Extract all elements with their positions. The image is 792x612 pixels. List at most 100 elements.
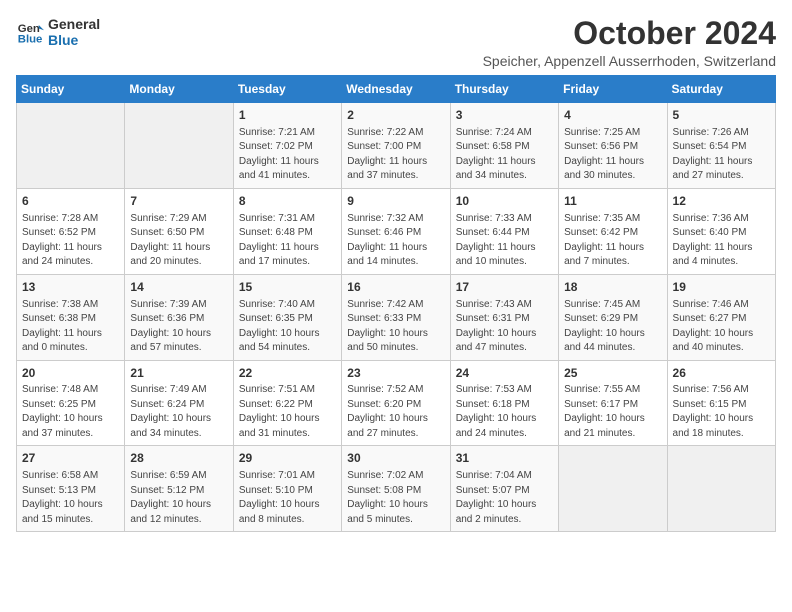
day-info: Sunrise: 7:28 AM Sunset: 6:52 PM Dayligh… [22,212,119,270]
calendar-cell [17,103,125,189]
calendar-cell: 30 Sunrise: 7:02 AM Sunset: 5:08 PM Dayli… [342,446,450,532]
day-number: 9 [347,193,444,210]
calendar-cell: 14 Sunrise: 7:39 AM Sunset: 6:36 PM Dayli… [125,274,233,360]
calendar-cell: 7 Sunrise: 7:29 AM Sunset: 6:50 PM Daylig… [125,188,233,274]
day-number: 21 [130,365,227,382]
day-info: Sunrise: 7:25 AM Sunset: 6:56 PM Dayligh… [564,126,661,184]
day-info: Sunrise: 7:49 AM Sunset: 6:24 PM Dayligh… [130,383,227,441]
day-info: Sunrise: 7:40 AM Sunset: 6:35 PM Dayligh… [239,298,336,356]
day-number: 2 [347,107,444,124]
day-number: 5 [673,107,770,124]
day-info: Sunrise: 7:53 AM Sunset: 6:18 PM Dayligh… [456,383,553,441]
day-of-week-header: Thursday [450,76,558,103]
day-info: Sunrise: 7:38 AM Sunset: 6:38 PM Dayligh… [22,298,119,356]
calendar-cell: 19 Sunrise: 7:46 AM Sunset: 6:27 PM Dayli… [667,274,775,360]
day-info: Sunrise: 7:31 AM Sunset: 6:48 PM Dayligh… [239,212,336,270]
day-number: 15 [239,279,336,296]
day-number: 6 [22,193,119,210]
title-block: October 2024 Speicher, Appenzell Ausserr… [483,16,776,69]
day-number: 3 [456,107,553,124]
day-info: Sunrise: 7:42 AM Sunset: 6:33 PM Dayligh… [347,298,444,356]
calendar-cell: 4 Sunrise: 7:25 AM Sunset: 6:56 PM Daylig… [559,103,667,189]
day-number: 11 [564,193,661,210]
svg-text:Blue: Blue [18,34,43,46]
calendar-cell: 8 Sunrise: 7:31 AM Sunset: 6:48 PM Daylig… [233,188,341,274]
calendar-cell: 11 Sunrise: 7:35 AM Sunset: 6:42 PM Dayli… [559,188,667,274]
day-info: Sunrise: 7:36 AM Sunset: 6:40 PM Dayligh… [673,212,770,270]
day-info: Sunrise: 6:59 AM Sunset: 5:12 PM Dayligh… [130,469,227,527]
calendar-cell: 20Sunrise: 7:48 AM Sunset: 6:25 PM Dayli… [17,360,125,446]
calendar-cell: 26Sunrise: 7:56 AM Sunset: 6:15 PM Dayli… [667,360,775,446]
calendar-cell: 28 Sunrise: 6:59 AM Sunset: 5:12 PM Dayli… [125,446,233,532]
calendar-cell: 6 Sunrise: 7:28 AM Sunset: 6:52 PM Daylig… [17,188,125,274]
calendar-cell: 22Sunrise: 7:51 AM Sunset: 6:22 PM Dayli… [233,360,341,446]
calendar-cell: 17Sunrise: 7:43 AM Sunset: 6:31 PM Dayli… [450,274,558,360]
day-number: 4 [564,107,661,124]
calendar-cell: 2 Sunrise: 7:22 AM Sunset: 7:00 PM Daylig… [342,103,450,189]
day-number: 28 [130,450,227,467]
logo-icon: Gen Blue [16,18,44,46]
calendar-cell: 15 Sunrise: 7:40 AM Sunset: 6:35 PM Dayli… [233,274,341,360]
calendar-table: SundayMondayTuesdayWednesdayThursdayFrid… [16,75,776,532]
day-info: Sunrise: 7:52 AM Sunset: 6:20 PM Dayligh… [347,383,444,441]
day-info: Sunrise: 6:58 AM Sunset: 5:13 PM Dayligh… [22,469,119,527]
day-info: Sunrise: 7:51 AM Sunset: 6:22 PM Dayligh… [239,383,336,441]
day-info: Sunrise: 7:35 AM Sunset: 6:42 PM Dayligh… [564,212,661,270]
day-number: 14 [130,279,227,296]
logo-text-blue: Blue [48,32,100,48]
day-info: Sunrise: 7:45 AM Sunset: 6:29 PM Dayligh… [564,298,661,356]
day-info: Sunrise: 7:55 AM Sunset: 6:17 PM Dayligh… [564,383,661,441]
day-info: Sunrise: 7:56 AM Sunset: 6:15 PM Dayligh… [673,383,770,441]
day-number: 18 [564,279,661,296]
day-number: 20 [22,365,119,382]
day-of-week-header: Friday [559,76,667,103]
day-info: Sunrise: 7:24 AM Sunset: 6:58 PM Dayligh… [456,126,553,184]
calendar-cell: 1 Sunrise: 7:21 AM Sunset: 7:02 PM Daylig… [233,103,341,189]
day-info: Sunrise: 7:39 AM Sunset: 6:36 PM Dayligh… [130,298,227,356]
calendar-cell: 24Sunrise: 7:53 AM Sunset: 6:18 PM Dayli… [450,360,558,446]
calendar-cell [125,103,233,189]
day-of-week-header: Saturday [667,76,775,103]
day-info: Sunrise: 7:46 AM Sunset: 6:27 PM Dayligh… [673,298,770,356]
day-of-week-header: Monday [125,76,233,103]
subtitle: Speicher, Appenzell Ausserrhoden, Switze… [483,53,776,69]
calendar-header: SundayMondayTuesdayWednesdayThursdayFrid… [17,76,776,103]
day-of-week-header: Tuesday [233,76,341,103]
day-number: 17 [456,279,553,296]
day-number: 12 [673,193,770,210]
page-header: Gen Blue General Blue October 2024 Speic… [16,16,776,69]
calendar-cell: 27Sunrise: 6:58 AM Sunset: 5:13 PM Dayli… [17,446,125,532]
day-info: Sunrise: 7:29 AM Sunset: 6:50 PM Dayligh… [130,212,227,270]
day-info: Sunrise: 7:26 AM Sunset: 6:54 PM Dayligh… [673,126,770,184]
day-number: 31 [456,450,553,467]
day-info: Sunrise: 7:04 AM Sunset: 5:07 PM Dayligh… [456,469,553,527]
calendar-cell: 23Sunrise: 7:52 AM Sunset: 6:20 PM Dayli… [342,360,450,446]
calendar-cell: 29Sunrise: 7:01 AM Sunset: 5:10 PM Dayli… [233,446,341,532]
day-number: 22 [239,365,336,382]
day-number: 8 [239,193,336,210]
day-number: 24 [456,365,553,382]
day-info: Sunrise: 7:21 AM Sunset: 7:02 PM Dayligh… [239,126,336,184]
logo: Gen Blue General Blue [16,16,100,48]
day-info: Sunrise: 7:22 AM Sunset: 7:00 PM Dayligh… [347,126,444,184]
day-number: 29 [239,450,336,467]
day-number: 25 [564,365,661,382]
day-of-week-header: Sunday [17,76,125,103]
calendar-cell: 21Sunrise: 7:49 AM Sunset: 6:24 PM Dayli… [125,360,233,446]
calendar-cell: 13Sunrise: 7:38 AM Sunset: 6:38 PM Dayli… [17,274,125,360]
day-number: 1 [239,107,336,124]
calendar-cell [559,446,667,532]
day-info: Sunrise: 7:02 AM Sunset: 5:08 PM Dayligh… [347,469,444,527]
day-number: 16 [347,279,444,296]
day-number: 26 [673,365,770,382]
calendar-cell: 31 Sunrise: 7:04 AM Sunset: 5:07 PM Dayli… [450,446,558,532]
calendar-cell: 12 Sunrise: 7:36 AM Sunset: 6:40 PM Dayli… [667,188,775,274]
day-number: 23 [347,365,444,382]
day-number: 10 [456,193,553,210]
calendar-cell [667,446,775,532]
day-number: 19 [673,279,770,296]
day-info: Sunrise: 7:48 AM Sunset: 6:25 PM Dayligh… [22,383,119,441]
month-title: October 2024 [483,16,776,51]
day-number: 7 [130,193,227,210]
day-number: 30 [347,450,444,467]
